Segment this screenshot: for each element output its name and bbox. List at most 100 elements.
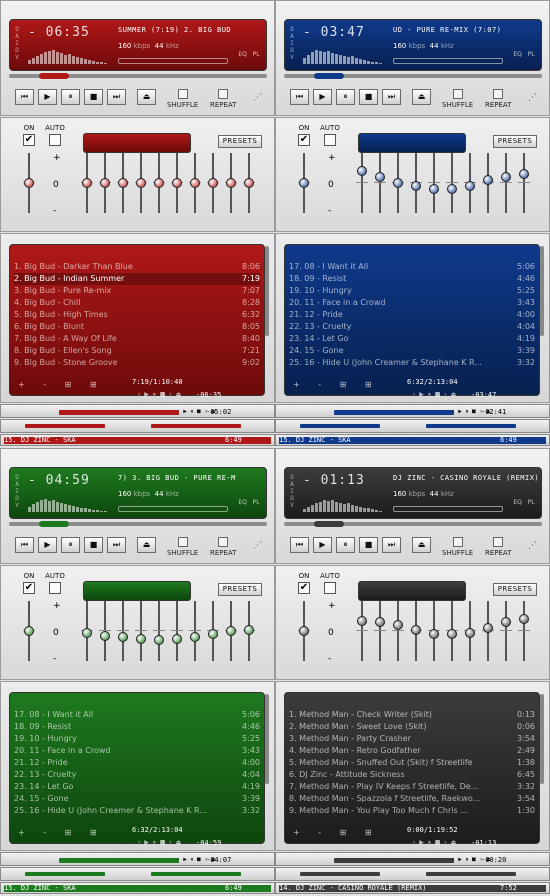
slider-knob[interactable] (393, 178, 403, 188)
playlist-row[interactable]: 24. 15 - Gone 3:39 (289, 345, 535, 357)
playlist-row[interactable]: 22. 13 - Cruelty 4:04 (14, 769, 260, 781)
volume-balance-bar[interactable] (118, 506, 228, 512)
playlist-row[interactable]: 6. DJ Zinc - Attitude Sickness 6:45 (289, 769, 535, 781)
playlist-buttons[interactable]: + - ⊞ ⊞ (18, 828, 105, 837)
seek-bar[interactable] (9, 521, 267, 527)
playlist-row[interactable]: 24. 15 - Gone 3:39 (14, 793, 260, 805)
slider-knob[interactable] (154, 178, 164, 188)
clutterbar[interactable]: OAIDV (289, 474, 295, 509)
eq-on-checkbox[interactable]: ✔ (298, 134, 310, 146)
slider-knob[interactable] (501, 617, 511, 627)
slider-knob[interactable] (447, 629, 457, 639)
preamp-slider[interactable] (23, 601, 35, 661)
pause-button[interactable]: ⏸ (336, 537, 355, 553)
volume-balance-bar[interactable] (393, 58, 503, 64)
slider-knob[interactable] (118, 178, 128, 188)
shade-position-bar[interactable] (334, 410, 454, 415)
playlist-buttons[interactable]: + - ⊞ ⊞ (293, 380, 380, 389)
playlist-buttons[interactable]: + - ⊞ ⊞ (293, 828, 380, 837)
slider-knob[interactable] (154, 635, 164, 645)
time-display[interactable]: - 01:13 (303, 473, 365, 488)
eq-band-slider[interactable] (392, 153, 404, 213)
shade-position-bar[interactable] (59, 858, 179, 863)
playlist-row[interactable]: 4. Big Bud - Chill 8:28 (14, 297, 260, 309)
playlist-row[interactable]: 21. 12 - Pride 4:00 (289, 309, 535, 321)
repeat-toggle[interactable]: REPEAT (485, 537, 511, 557)
play-button[interactable]: ▶ (38, 537, 57, 553)
slider-knob[interactable] (375, 617, 385, 627)
presets-button[interactable]: PRESETS (493, 583, 537, 596)
playlist-row[interactable]: 18. 09 - Resist 4:46 (14, 721, 260, 733)
shade-position-bar[interactable] (334, 858, 454, 863)
previous-button[interactable]: ⏮ (290, 89, 309, 105)
slider-knob[interactable] (226, 178, 236, 188)
playlist-row[interactable]: 19. 10 - Hungry 5:25 (289, 285, 535, 297)
eq-band-slider[interactable] (81, 601, 93, 661)
spectrum-analyzer[interactable] (28, 498, 108, 512)
slider-knob[interactable] (226, 626, 236, 636)
slider-knob[interactable] (447, 184, 457, 194)
playlist-list[interactable]: 1. Big Bud - Darker Than Blue 8:06 2. Bi… (14, 261, 260, 369)
playlist-row[interactable]: 25. 16 - Hide U (John Creamer & Stephane… (14, 805, 260, 817)
playlist-row[interactable]: 3. Big Bud - Pure Re-mix 7:07 (14, 285, 260, 297)
playlist-row[interactable]: 7. Method Man - Play IV Keeps f Streetli… (289, 781, 535, 793)
eq-band-slider[interactable] (356, 601, 368, 661)
slider-knob[interactable] (429, 184, 439, 194)
repeat-checkbox[interactable] (493, 537, 504, 547)
eq-band-slider[interactable] (392, 601, 404, 661)
repeat-toggle[interactable]: REPEAT (210, 89, 236, 109)
shuffle-checkbox[interactable] (177, 537, 188, 547)
playlist-row[interactable]: 25. 16 - Hide U (John Creamer & Stephane… (289, 357, 535, 369)
clutterbar[interactable]: OAIDV (14, 26, 20, 61)
eq-band-slider[interactable] (356, 153, 368, 213)
eq-auto-checkbox[interactable] (324, 582, 336, 594)
eq-band-slider[interactable] (410, 601, 422, 661)
slider-knob[interactable] (411, 181, 421, 191)
eject-button[interactable]: ⏏ (412, 89, 431, 105)
shade-volume-bar[interactable] (25, 424, 105, 428)
eq-on-checkbox[interactable]: ✔ (23, 582, 35, 594)
playlist-row[interactable]: 9. Big Bud - Stone Groove 9:02 (14, 357, 260, 369)
eq-band-slider[interactable] (428, 601, 440, 661)
playlist-scrollbar[interactable] (540, 694, 544, 784)
eq-band-slider[interactable] (207, 153, 219, 213)
slider-knob[interactable] (136, 178, 146, 188)
shuffle-checkbox[interactable] (177, 89, 188, 99)
previous-button[interactable]: ⏮ (15, 537, 34, 553)
playlist-scrollbar[interactable] (265, 246, 269, 336)
pause-button[interactable]: ⏸ (336, 89, 355, 105)
eq-band-slider[interactable] (153, 601, 165, 661)
eq-band-slider[interactable] (518, 153, 530, 213)
presets-button[interactable]: PRESETS (218, 583, 262, 596)
eq-band-slider[interactable] (446, 153, 458, 213)
eq-band-slider[interactable] (117, 153, 129, 213)
eq-band-slider[interactable] (500, 153, 512, 213)
next-button[interactable]: ⏭ (382, 89, 401, 105)
playlist-list[interactable]: 1. Method Man - Check Writer (Skit) 0:13… (289, 709, 535, 817)
presets-button[interactable]: PRESETS (218, 135, 262, 148)
spectrum-analyzer[interactable] (303, 50, 383, 64)
slider-knob[interactable] (465, 181, 475, 191)
next-button[interactable]: ⏭ (107, 89, 126, 105)
playlist-list[interactable]: 17. 08 - I Want it All 5:06 18. 09 - Res… (14, 709, 260, 817)
playlist-row[interactable]: 1. Method Man - Check Writer (Skit) 0:13 (289, 709, 535, 721)
seek-thumb[interactable] (39, 73, 69, 79)
playlist-row[interactable]: 7. Big Bud - A Way Of Life 8:40 (14, 333, 260, 345)
eq-band-slider[interactable] (446, 601, 458, 661)
shade-balance-bar[interactable] (151, 872, 241, 876)
slider-knob[interactable] (244, 178, 254, 188)
eq-band-slider[interactable] (81, 153, 93, 213)
pl-toggle[interactable]: PL (253, 499, 260, 506)
preamp-slider[interactable] (298, 601, 310, 661)
next-button[interactable]: ⏭ (382, 537, 401, 553)
pl-toggle[interactable]: PL (528, 499, 535, 506)
playlist-list[interactable]: 17. 08 - I Want it All 5:06 18. 09 - Res… (289, 261, 535, 369)
play-button[interactable]: ▶ (38, 89, 57, 105)
slider-knob[interactable] (501, 172, 511, 182)
stop-button[interactable]: ■ (84, 89, 103, 105)
eq-band-slider[interactable] (135, 153, 147, 213)
spectrum-analyzer[interactable] (28, 50, 108, 64)
shuffle-checkbox[interactable] (452, 89, 463, 99)
eq-pl-toggles[interactable]: EQ PL (511, 50, 537, 60)
eq-band-slider[interactable] (428, 153, 440, 213)
